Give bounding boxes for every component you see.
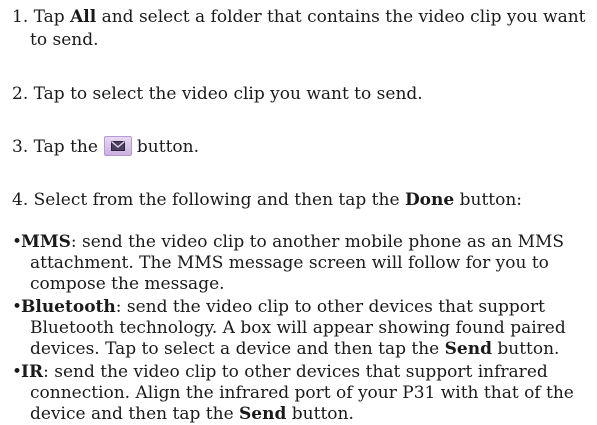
option-mms-line-2: attachment. The MMS message screen will … — [30, 253, 549, 273]
option-bluetooth-line-3-end: button. — [491, 339, 560, 359]
option-ir: • IR: send the video clip to other devic… — [12, 362, 594, 425]
option-mms-line-1: : send the video clip to another mobile … — [70, 232, 565, 252]
option-ir-label: IR — [21, 362, 44, 382]
option-bluetooth-line-1: : send the video clip to other devices t… — [115, 297, 545, 317]
step-2: 2. Tap to select the video clip you want… — [12, 83, 594, 106]
send-keyword: Send — [444, 339, 492, 359]
option-ir-line-2: connection. Align the infrared port of y… — [30, 383, 574, 403]
envelope-send-icon — [103, 136, 132, 156]
step-1: 1. Tap All and select a folder that cont… — [12, 6, 594, 52]
step-4: 4. Select from the following and then ta… — [12, 189, 594, 212]
step-2-text: 2. Tap to select the video clip you want… — [12, 84, 423, 104]
option-bluetooth-line-3: devices. Tap to select a device and then… — [12, 339, 594, 360]
option-bluetooth-label: Bluetooth — [21, 297, 116, 317]
option-ir-line-3-end: button. — [286, 404, 354, 424]
option-mms-label: MMS — [21, 232, 71, 252]
step-4-text-after: button: — [454, 190, 523, 210]
step-1-all-keyword: All — [70, 7, 97, 27]
bullet: • — [12, 232, 23, 252]
step-1-continuation: to send. — [30, 30, 99, 50]
step-3-text-after: button. — [136, 137, 199, 157]
option-ir-line-3: device and then tap the Send button. — [12, 404, 594, 425]
step-3: 3. Tap the button. — [12, 136, 594, 159]
bullet: • — [12, 297, 23, 317]
option-bluetooth-line-3-text: devices. Tap to select a device and then… — [30, 339, 445, 359]
send-keyword: Send — [239, 404, 287, 424]
step-4-text-before: 4. Select from the following and then ta… — [12, 190, 405, 210]
option-mms: • MMS: send the video clip to another mo… — [12, 232, 594, 295]
option-bluetooth: • Bluetooth: send the video clip to othe… — [12, 297, 594, 360]
step-1-text: and select a folder that contains the vi… — [96, 7, 586, 27]
step-3-text-before: 3. Tap the — [12, 137, 98, 157]
option-bluetooth-line-2: Bluetooth technology. A box will appear … — [30, 318, 566, 338]
option-ir-line-1: : send the video clip to other devices t… — [43, 362, 548, 382]
bullet: • — [12, 362, 23, 382]
step-4-done-keyword: Done — [404, 190, 455, 210]
option-mms-line-3: compose the message. — [30, 274, 225, 294]
option-ir-line-3-text: device and then tap the — [30, 404, 240, 424]
step-1-prefix: 1. Tap — [12, 7, 71, 27]
